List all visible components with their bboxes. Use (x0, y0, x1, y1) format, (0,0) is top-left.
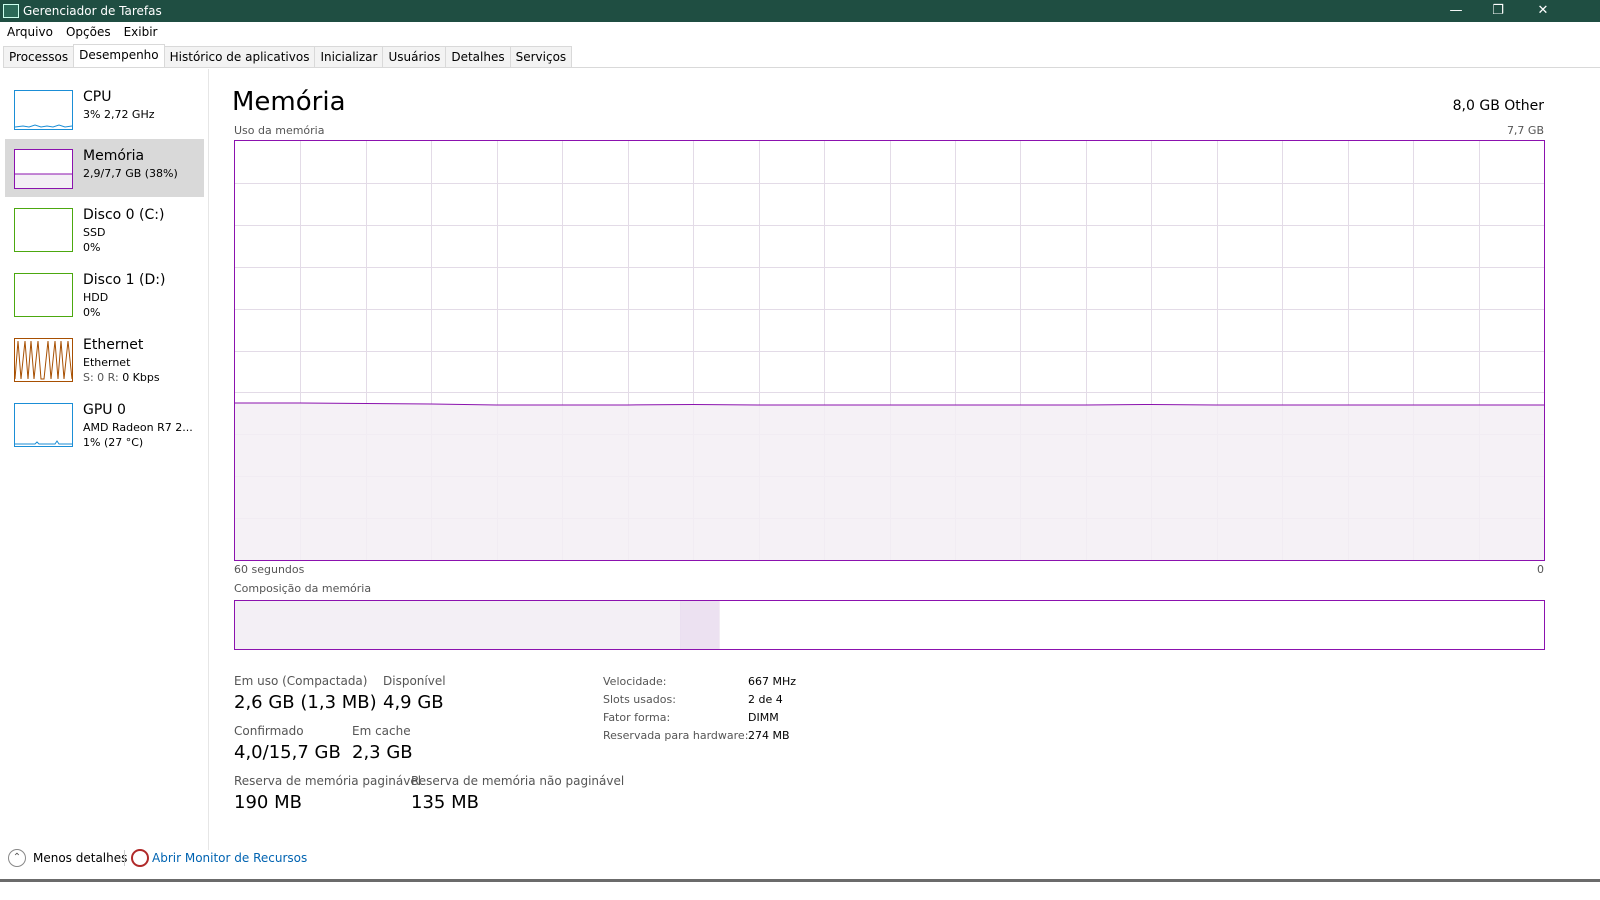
memory-total: 8,0 GB Other (1452, 98, 1544, 114)
memory-thumbnail-graph (14, 149, 73, 189)
paged-pool-value: 190 MB (234, 792, 302, 813)
fewer-details-link[interactable]: Menos detalhes (33, 851, 127, 865)
nonpaged-pool-label: Reserva de memória não paginável (411, 774, 625, 788)
available-value: 4,9 GB (383, 692, 444, 713)
sidebar-item-detail-2: 1% (27 °C) (83, 436, 144, 449)
cached-label: Em cache (352, 724, 411, 738)
sidebar-item-detail-2: 0% (83, 241, 101, 254)
task-manager-app-icon (3, 4, 19, 18)
sidebar-item-gpu-0[interactable]: GPU 0 AMD Radeon R7 2... 1% (27 °C) (5, 393, 204, 451)
composition-free[interactable] (1059, 601, 1544, 649)
sidebar-item-detail: SSD (83, 226, 106, 239)
menu-exibir[interactable]: Exibir (117, 23, 164, 39)
restore-icon[interactable]: ❐ (1478, 0, 1518, 22)
paged-pool-label: Reserva de memória paginável (234, 774, 422, 788)
tab-usuarios[interactable]: Usuários (382, 46, 447, 67)
time-axis-right: 0 (1537, 563, 1544, 576)
form-factor-value: DIMM (748, 711, 779, 724)
tab-servicos[interactable]: Serviços (509, 46, 573, 67)
window-bottom-edge (0, 879, 1600, 882)
footer-divider (124, 850, 125, 866)
ethernet-rate: 0 Kbps (122, 371, 160, 384)
sidebar-item-disco-0[interactable]: Disco 0 (C:) SSD 0% (5, 198, 204, 256)
composition-label: Composição da memória (234, 582, 372, 595)
memory-composition-svg (235, 601, 1544, 649)
ethernet-thumbnail-graph (14, 338, 73, 382)
ethernet-send-receive: S: 0 R: (83, 371, 123, 384)
tab-desempenho[interactable]: Desempenho (73, 44, 165, 67)
cached-value: 2,3 GB (352, 742, 413, 763)
nonpaged-pool-value: 135 MB (411, 792, 479, 813)
open-resource-monitor-link[interactable]: Abrir Monitor de Recursos (152, 851, 307, 865)
memory-usage-svg (235, 141, 1544, 560)
usage-area (235, 402, 1544, 560)
committed-value: 4,0/15,7 GB (234, 742, 341, 763)
graph-label: Uso da memória (234, 124, 325, 137)
sidebar-item-label: Disco 0 (C:) (83, 207, 165, 223)
tab-inicializar[interactable]: Inicializar (314, 46, 384, 67)
tab-detalhes[interactable]: Detalhes (445, 46, 511, 67)
menu-bar: Arquivo Opções Exibir (0, 23, 1600, 41)
disk1-thumbnail-graph (14, 273, 73, 317)
sidebar-item-detail-2: 0% (83, 306, 101, 319)
resource-monitor-icon[interactable] (131, 849, 149, 867)
memory-usage-graph (234, 140, 1545, 561)
sidebar-item-detail-2: S: 0 R: 0 Kbps (83, 371, 160, 384)
hardware-reserved-value: 274 MB (748, 729, 790, 742)
available-label: Disponível (383, 674, 446, 688)
minimize-icon[interactable]: — (1436, 0, 1476, 22)
hardware-reserved-label: Reservada para hardware: (603, 729, 749, 742)
committed-label: Confirmado (234, 724, 304, 738)
tab-processos[interactable]: Processos (3, 46, 75, 67)
tab-strip: Processos Desempenho Histórico de aplica… (3, 44, 1600, 68)
sidebar-item-label: CPU (83, 89, 112, 105)
gpu-thumbnail-graph (14, 403, 73, 447)
footer-bar: ⌃ Menos detalhes Abrir Monitor de Recurs… (0, 846, 1600, 872)
sidebar-item-cpu[interactable]: CPU 3% 2,72 GHz (5, 80, 204, 138)
performance-sidebar: CPU 3% 2,72 GHz Memória 2,9/7,7 GB (38%)… (0, 69, 209, 850)
sidebar-item-label: Disco 1 (D:) (83, 272, 166, 288)
sidebar-item-label: GPU 0 (83, 402, 126, 418)
graph-max-label: 7,7 GB (1506, 124, 1544, 137)
form-factor-label: Fator forma: (603, 711, 671, 724)
speed-value: 667 MHz (748, 675, 797, 688)
speed-label: Velocidade: (603, 675, 667, 688)
title-bar: Gerenciador de Tarefas — ❐ ✕ (0, 0, 1600, 22)
memory-composition-bar[interactable] (234, 600, 1545, 650)
time-axis-left: 60 segundos (234, 563, 305, 576)
sidebar-item-detail: 3% 2,72 GHz (83, 108, 155, 121)
page-title: Memória (232, 87, 346, 117)
close-icon[interactable]: ✕ (1523, 0, 1563, 22)
chevron-up-icon[interactable]: ⌃ (8, 849, 26, 867)
sidebar-item-detail: AMD Radeon R7 2... (83, 421, 193, 434)
sidebar-item-detail: HDD (83, 291, 109, 304)
menu-arquivo[interactable]: Arquivo (0, 23, 59, 39)
sidebar-item-label: Ethernet (83, 337, 144, 353)
in-use-value: 2,6 GB (1,3 MB) (234, 692, 377, 713)
slots-value: 2 de 4 (748, 693, 783, 706)
sidebar-item-disco-1[interactable]: Disco 1 (D:) HDD 0% (5, 263, 204, 321)
composition-standby[interactable] (719, 601, 1060, 649)
slots-label: Slots usados: (603, 693, 676, 706)
tab-historico-aplicativos[interactable]: Histórico de aplicativos (163, 46, 316, 67)
window-title: Gerenciador de Tarefas (23, 4, 162, 18)
composition-in-use[interactable] (235, 601, 681, 649)
in-use-label: Em uso (Compactada) (234, 674, 368, 688)
cpu-thumbnail-graph (14, 90, 73, 130)
composition-modified[interactable] (680, 601, 720, 649)
sidebar-item-memoria[interactable]: Memória 2,9/7,7 GB (38%) (5, 139, 204, 197)
sidebar-item-ethernet[interactable]: Ethernet Ethernet S: 0 R: 0 Kbps (5, 328, 204, 386)
sidebar-item-detail: 2,9/7,7 GB (38%) (83, 167, 178, 180)
sidebar-item-detail: Ethernet (83, 356, 131, 369)
sidebar-item-label: Memória (83, 148, 145, 164)
disk0-thumbnail-graph (14, 208, 73, 252)
menu-opcoes[interactable]: Opções (59, 23, 117, 39)
